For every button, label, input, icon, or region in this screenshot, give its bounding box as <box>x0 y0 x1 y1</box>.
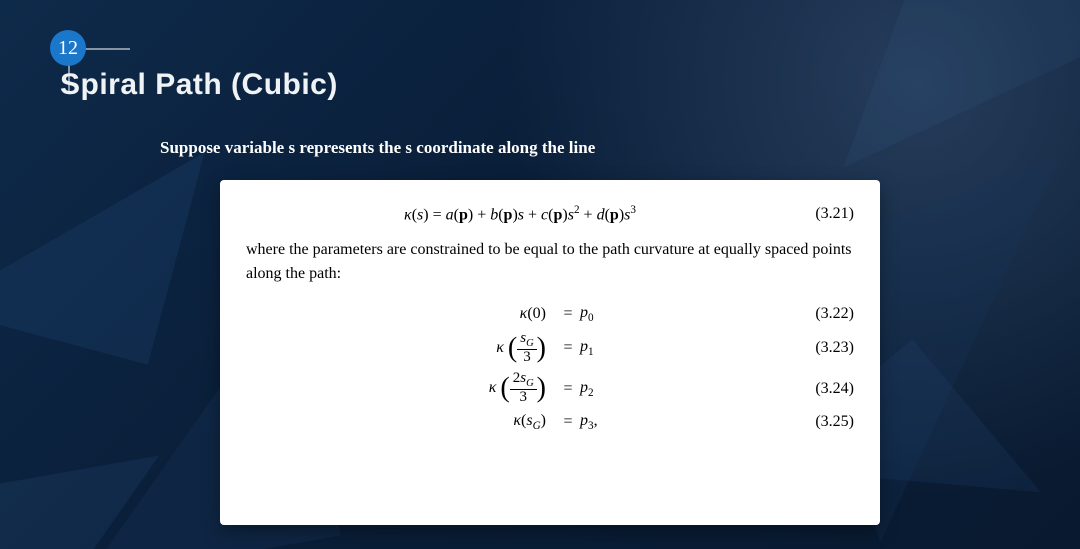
equation-constraint-4: κ(sG) = p3, (3.25) <box>246 412 854 432</box>
equation-number: (3.22) <box>794 305 854 323</box>
equation-constraint-1: κ(0) = p0 (3.22) <box>246 304 854 324</box>
equation-number: (3.21) <box>794 205 854 223</box>
slide-title: Spiral Path (Cubic) <box>60 68 338 102</box>
equation-main-math: κ(s) = a(p) + b(p)s + c(p)s2 + d(p)s3 <box>246 204 794 224</box>
content-card: κ(s) = a(p) + b(p)s + c(p)s2 + d(p)s3 (3… <box>220 180 880 525</box>
equation-constraint-2: κ (sG3) = p1 (3.23) <box>246 331 854 366</box>
card-paragraph: where the parameters are constrained to … <box>246 238 854 286</box>
slide-stage: 12 Spiral Path (Cubic) Suppose variable … <box>0 0 1080 549</box>
equation-number: (3.23) <box>794 339 854 357</box>
equation-constraint-3: κ (2sG3) = p2 (3.24) <box>246 371 854 406</box>
equation-number: (3.24) <box>794 380 854 398</box>
equation-number: (3.25) <box>794 413 854 431</box>
slide-number-badge: 12 <box>50 30 86 66</box>
slide-lead-text: Suppose variable s represents the s coor… <box>160 138 595 158</box>
equation-main: κ(s) = a(p) + b(p)s + c(p)s2 + d(p)s3 (3… <box>246 204 854 224</box>
slide-number: 12 <box>58 37 78 60</box>
